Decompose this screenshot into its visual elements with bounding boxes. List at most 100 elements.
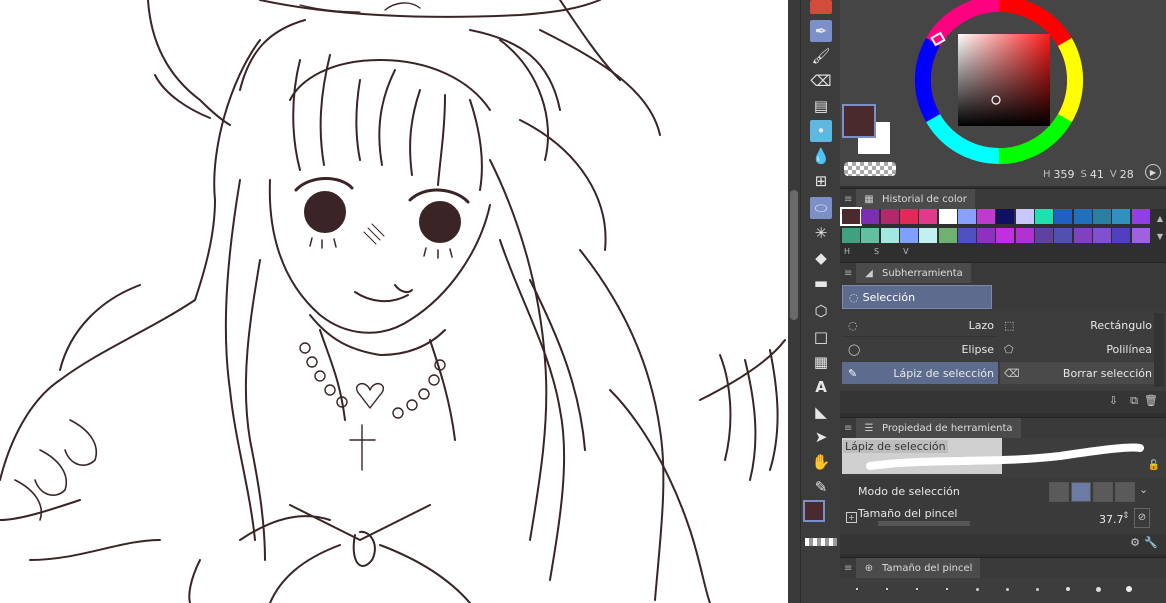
color-history-swatch[interactable] bbox=[842, 228, 860, 243]
subtool-erase-selection[interactable]: ⌫ Borrar selección bbox=[1000, 362, 1156, 384]
brush-size-slider[interactable] bbox=[878, 521, 970, 526]
text-tool-icon[interactable]: A bbox=[810, 376, 832, 398]
brush-size-preset[interactable] bbox=[976, 588, 979, 591]
subtool-lasso[interactable]: ◌ Lazo bbox=[842, 314, 998, 337]
main-color-swatch[interactable] bbox=[842, 104, 876, 138]
object-select-tool-icon[interactable]: ➤ bbox=[810, 426, 832, 448]
play-icon[interactable]: ▶ bbox=[1145, 164, 1161, 180]
decoration-tool-icon[interactable]: ▤ bbox=[810, 95, 832, 117]
color-history-swatch[interactable] bbox=[1035, 228, 1053, 243]
app-logo-icon[interactable] bbox=[810, 0, 832, 14]
selection-tool-icon[interactable]: ⬭ bbox=[810, 197, 832, 219]
color-history-swatch[interactable] bbox=[977, 209, 996, 224]
color-wheel[interactable] bbox=[840, 0, 1166, 186]
subtract-selection-icon[interactable] bbox=[1093, 482, 1113, 502]
gradient-tool-icon[interactable]: ▬ bbox=[810, 272, 832, 294]
copy-subtool-icon[interactable]: ⧉ bbox=[1130, 394, 1138, 408]
history-scroll-arrows[interactable]: ▲ ▼ bbox=[1154, 210, 1166, 246]
color-history-swatch[interactable] bbox=[957, 228, 976, 243]
menu-grip-icon[interactable]: ≡ bbox=[844, 423, 856, 434]
frame-tool-icon[interactable]: ▦ bbox=[810, 351, 832, 373]
main-color-swatch-small[interactable] bbox=[803, 500, 825, 522]
color-history-swatch[interactable] bbox=[957, 209, 976, 224]
color-history-swatch[interactable] bbox=[1131, 228, 1150, 243]
intersect-selection-icon[interactable] bbox=[1115, 482, 1135, 502]
import-subtool-icon[interactable]: ⇩ bbox=[1109, 394, 1118, 407]
color-history-swatch[interactable] bbox=[919, 228, 938, 243]
brush-size-preset[interactable] bbox=[856, 588, 858, 590]
color-history-swatch[interactable] bbox=[861, 228, 880, 243]
auto-select-tool-icon[interactable]: ✳ bbox=[810, 222, 832, 244]
color-history-swatch[interactable] bbox=[1073, 209, 1092, 224]
wrench-icon[interactable]: 🔧 bbox=[1144, 536, 1158, 549]
hand-tool-icon[interactable]: ✋ bbox=[810, 451, 832, 473]
brush-size-value[interactable]: 37.7 bbox=[1099, 513, 1124, 526]
blend-tool-icon[interactable]: 💧 bbox=[810, 145, 832, 167]
eyedropper-tool-icon[interactable]: ✎ bbox=[810, 476, 832, 498]
color-history-swatch[interactable] bbox=[1092, 209, 1111, 224]
brush-size-preset[interactable] bbox=[1126, 586, 1132, 592]
tab-color-history[interactable]: ▦ Historial de color bbox=[856, 189, 975, 209]
pressure-icon[interactable]: ⊘ bbox=[1134, 508, 1150, 528]
color-history-swatch[interactable] bbox=[1015, 209, 1034, 224]
color-history-swatch[interactable] bbox=[1112, 209, 1131, 224]
transparent-color-swatch-small[interactable] bbox=[805, 538, 837, 546]
color-history-swatch[interactable] bbox=[996, 209, 1015, 224]
tab-subtool[interactable]: ◢ Subherramienta bbox=[856, 263, 971, 283]
color-history-swatch[interactable] bbox=[1015, 228, 1034, 243]
subtool-polyline[interactable]: ⬠ Polilínea bbox=[1000, 338, 1156, 360]
add-selection-icon[interactable] bbox=[1071, 482, 1091, 502]
eraser-tool-icon[interactable]: ⌫ bbox=[810, 70, 832, 92]
delete-subtool-icon[interactable]: 🗑 bbox=[1144, 394, 1158, 407]
color-history-swatch[interactable] bbox=[1073, 228, 1092, 243]
brush-tool-icon[interactable]: 🖌 bbox=[810, 45, 832, 67]
color-history-swatch[interactable] bbox=[919, 209, 938, 224]
menu-grip-icon[interactable]: ≡ bbox=[844, 268, 856, 279]
color-history-swatch[interactable] bbox=[977, 228, 996, 243]
color-history-swatch[interactable] bbox=[996, 228, 1015, 243]
color-history-swatch[interactable] bbox=[1054, 228, 1073, 243]
brush-size-preset[interactable] bbox=[1096, 587, 1101, 592]
color-history-swatch[interactable] bbox=[1131, 209, 1150, 224]
operation-tool-icon[interactable]: ⬡ bbox=[810, 300, 832, 322]
brush-size-preset[interactable] bbox=[1036, 588, 1039, 591]
color-history-swatch[interactable] bbox=[840, 207, 862, 226]
subtool-rectangle[interactable]: ⬚ Rectángulo bbox=[1000, 314, 1156, 336]
new-selection-icon[interactable] bbox=[1049, 482, 1069, 502]
subtool-group-selection[interactable]: ◌ Selección bbox=[842, 285, 992, 309]
color-history-swatch[interactable] bbox=[1112, 228, 1131, 243]
subtool-selection-pen[interactable]: ✎ Lápiz de selección bbox=[842, 362, 998, 384]
dot-pen-tool-icon[interactable]: • bbox=[810, 120, 832, 142]
settings-icon[interactable]: ⚙ bbox=[1130, 536, 1140, 549]
color-history-swatch[interactable] bbox=[880, 209, 899, 224]
brush-size-preset[interactable] bbox=[946, 588, 948, 590]
subtool-scrollbar[interactable] bbox=[1154, 313, 1164, 387]
grid-tool-icon[interactable]: ⊞ bbox=[810, 170, 832, 192]
color-history-swatch[interactable] bbox=[899, 228, 918, 243]
figure-tool-icon[interactable]: □ bbox=[810, 326, 832, 348]
color-history-swatch[interactable] bbox=[899, 209, 918, 224]
color-history-swatch[interactable] bbox=[1035, 209, 1053, 224]
color-history-swatch[interactable] bbox=[1092, 228, 1111, 243]
brush-size-preset[interactable] bbox=[1006, 588, 1009, 591]
canvas-vertical-scrollbar[interactable] bbox=[788, 0, 800, 603]
transparent-color-swatch[interactable] bbox=[844, 162, 896, 176]
color-history-swatch[interactable] bbox=[938, 209, 957, 224]
menu-grip-icon[interactable]: ≡ bbox=[844, 563, 856, 574]
pen-tool-icon[interactable]: ✒ bbox=[810, 20, 832, 42]
scrollbar-thumb[interactable] bbox=[790, 190, 798, 320]
stepper-icon[interactable]: ⇕ bbox=[1122, 511, 1130, 521]
chevron-down-icon[interactable]: ⌄ bbox=[1139, 483, 1148, 496]
color-history-swatch[interactable] bbox=[861, 209, 880, 224]
brush-size-preset[interactable] bbox=[886, 588, 888, 590]
fill-tool-icon[interactable]: ◆ bbox=[810, 247, 832, 269]
color-history-swatch[interactable] bbox=[938, 228, 957, 243]
menu-grip-icon[interactable]: ≡ bbox=[844, 194, 856, 205]
color-history-swatch[interactable] bbox=[880, 228, 899, 243]
tab-tool-property[interactable]: ☰ Propiedad de herramienta bbox=[856, 418, 1021, 438]
tab-brush-size[interactable]: ⊕ Tamaño del pincel bbox=[856, 558, 981, 578]
expand-plus-icon[interactable]: + bbox=[846, 512, 857, 523]
balloon-tool-icon[interactable]: ◣ bbox=[810, 401, 832, 423]
subtool-ellipse[interactable]: ◯ Elipse bbox=[842, 338, 998, 360]
color-history-swatch[interactable] bbox=[1054, 209, 1073, 224]
